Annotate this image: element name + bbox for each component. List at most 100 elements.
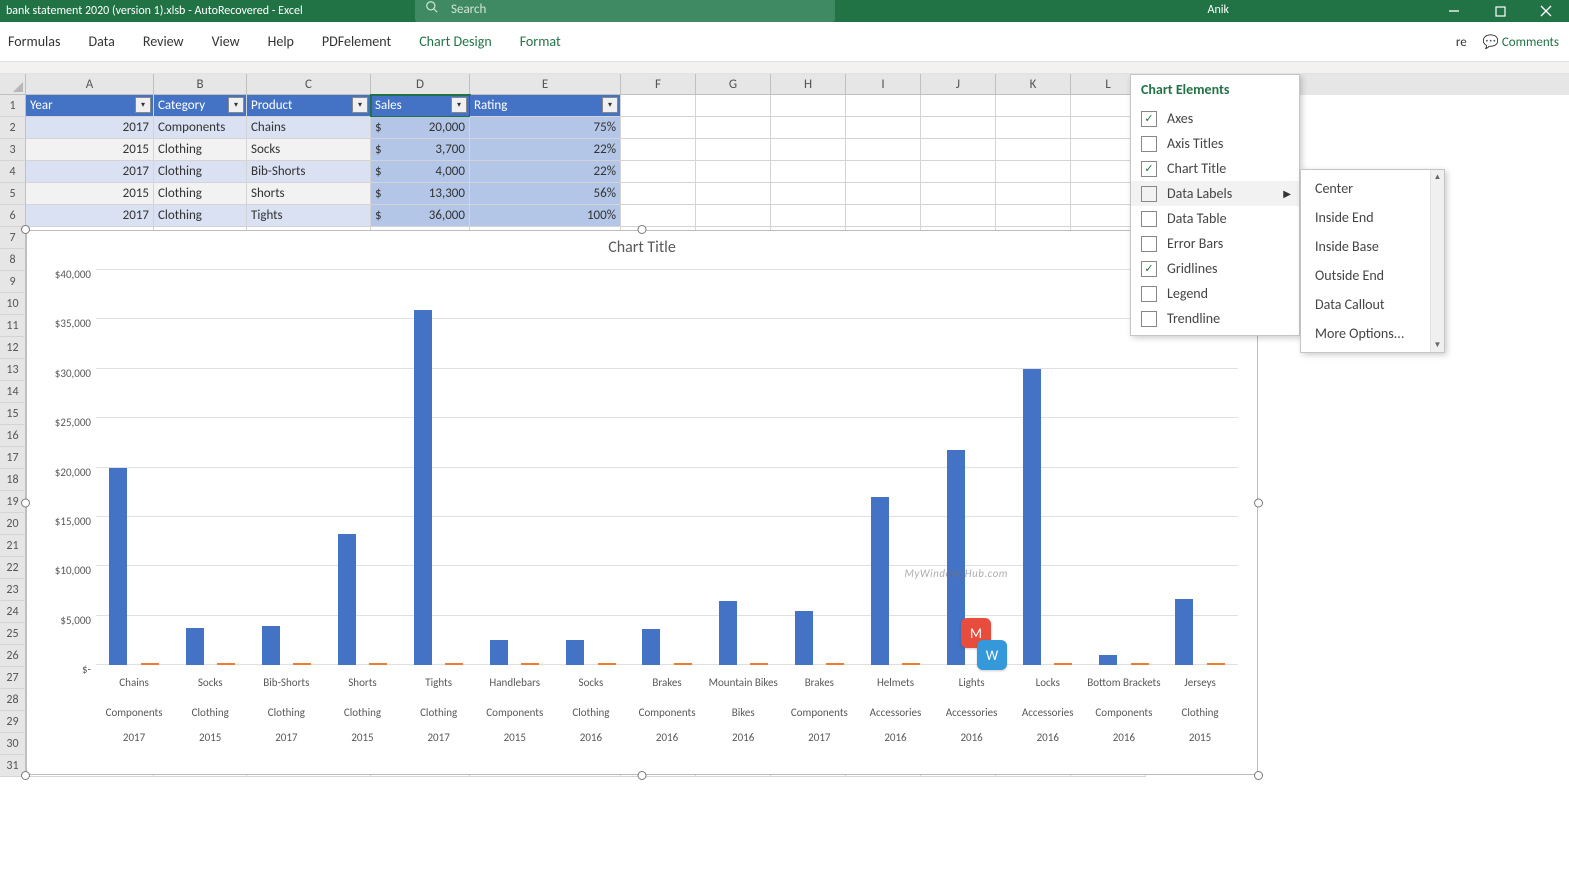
cell[interactable] — [621, 117, 696, 139]
cell-rating[interactable]: 75% — [470, 117, 621, 139]
resize-handle[interactable] — [1254, 771, 1263, 780]
chart-element-data-table[interactable]: Data Table — [1131, 206, 1299, 231]
cell[interactable] — [921, 161, 996, 183]
resize-handle[interactable] — [21, 498, 30, 507]
cell[interactable] — [621, 161, 696, 183]
cell[interactable] — [696, 183, 771, 205]
bar-sales[interactable] — [338, 534, 356, 665]
column-header-F[interactable]: F — [621, 74, 696, 95]
table-header-product[interactable]: Product▾ — [247, 95, 371, 117]
cell[interactable] — [771, 139, 846, 161]
row-header-20[interactable]: 20 — [0, 513, 26, 535]
cell[interactable] — [921, 139, 996, 161]
cell-year[interactable]: 2015 — [26, 183, 154, 205]
cell-sales[interactable]: $36,000 — [371, 205, 470, 227]
row-header-6[interactable]: 6 — [0, 205, 26, 227]
column-header-J[interactable]: J — [921, 74, 996, 95]
checkbox[interactable] — [1141, 136, 1157, 152]
cell[interactable] — [846, 139, 921, 161]
cell[interactable] — [996, 205, 1071, 227]
cell-category[interactable]: Clothing — [154, 183, 247, 205]
cell[interactable] — [696, 139, 771, 161]
row-header-12[interactable]: 12 — [0, 337, 26, 359]
cell[interactable] — [921, 117, 996, 139]
cell[interactable] — [621, 183, 696, 205]
cell-product[interactable]: Bib-Shorts — [247, 161, 371, 183]
close-button[interactable] — [1523, 0, 1569, 22]
submenu-data-callout[interactable]: Data Callout — [1301, 290, 1444, 319]
column-header-D[interactable]: D — [371, 74, 470, 95]
user-name[interactable]: Anik — [1208, 3, 1229, 17]
bar-sales[interactable] — [186, 628, 204, 665]
tab-view[interactable]: View — [212, 33, 240, 50]
share-button[interactable]: re — [1456, 35, 1467, 50]
filter-button[interactable]: ▾ — [135, 97, 151, 113]
chart-element-legend[interactable]: Legend — [1131, 281, 1299, 306]
bar-group[interactable] — [96, 270, 172, 665]
checkbox[interactable] — [1141, 211, 1157, 227]
bar-rating[interactable] — [141, 663, 159, 665]
bar-group[interactable] — [705, 270, 781, 665]
cell-category[interactable]: Clothing — [154, 161, 247, 183]
bar-sales[interactable] — [1099, 655, 1117, 665]
chart-element-trendline[interactable]: Trendline — [1131, 306, 1299, 331]
checkbox[interactable] — [1141, 236, 1157, 252]
resize-handle[interactable] — [21, 771, 30, 780]
bar-sales[interactable] — [795, 611, 813, 665]
bar-sales[interactable] — [1175, 599, 1193, 665]
bar-sales[interactable] — [1023, 369, 1041, 665]
bar-rating[interactable] — [826, 663, 844, 665]
row-header-10[interactable]: 10 — [0, 293, 26, 315]
checkbox[interactable]: ✓ — [1141, 261, 1157, 277]
cell[interactable] — [771, 117, 846, 139]
cell[interactable] — [846, 161, 921, 183]
bar-group[interactable] — [553, 270, 629, 665]
cell[interactable] — [996, 139, 1071, 161]
column-header-A[interactable]: A — [26, 74, 154, 95]
cell[interactable] — [771, 183, 846, 205]
chart-element-data-labels[interactable]: Data Labels▶ — [1131, 181, 1299, 206]
cell[interactable] — [846, 117, 921, 139]
filter-button[interactable]: ▾ — [602, 97, 618, 113]
maximize-button[interactable] — [1477, 0, 1523, 22]
row-header-28[interactable]: 28 — [0, 689, 26, 711]
bar-group[interactable] — [857, 270, 933, 665]
filter-button[interactable]: ▾ — [352, 97, 368, 113]
row-header-5[interactable]: 5 — [0, 183, 26, 205]
cell[interactable] — [621, 139, 696, 161]
cell[interactable] — [771, 95, 846, 117]
bar-rating[interactable] — [598, 663, 616, 665]
table-header-year[interactable]: Year▾ — [26, 95, 154, 117]
cell[interactable] — [771, 161, 846, 183]
cell[interactable] — [621, 95, 696, 117]
bar-group[interactable] — [401, 270, 477, 665]
cell[interactable] — [996, 183, 1071, 205]
chart-element-axis-titles[interactable]: Axis Titles — [1131, 131, 1299, 156]
submenu-more-options-[interactable]: More Options... — [1301, 319, 1444, 348]
cell-category[interactable]: Clothing — [154, 139, 247, 161]
cell-product[interactable]: Shorts — [247, 183, 371, 205]
bar-sales[interactable] — [262, 626, 280, 666]
row-header-3[interactable]: 3 — [0, 139, 26, 161]
bar-group[interactable] — [248, 270, 324, 665]
column-header-G[interactable]: G — [696, 74, 771, 95]
cell[interactable] — [921, 183, 996, 205]
row-header-26[interactable]: 26 — [0, 645, 26, 667]
cell-sales[interactable]: $4,000 — [371, 161, 470, 183]
cell-category[interactable]: Clothing — [154, 205, 247, 227]
bar-group[interactable] — [934, 270, 1010, 665]
cell-product[interactable]: Socks — [247, 139, 371, 161]
bar-group[interactable] — [324, 270, 400, 665]
cell-year[interactable]: 2017 — [26, 205, 154, 227]
checkbox[interactable]: ✓ — [1141, 161, 1157, 177]
tab-review[interactable]: Review — [143, 33, 184, 50]
column-header-I[interactable]: I — [846, 74, 921, 95]
cell-year[interactable]: 2017 — [26, 161, 154, 183]
cell-category[interactable]: Components — [154, 117, 247, 139]
cell-rating[interactable]: 22% — [470, 161, 621, 183]
cell-year[interactable]: 2015 — [26, 139, 154, 161]
row-header-16[interactable]: 16 — [0, 425, 26, 447]
submenu-inside-base[interactable]: Inside Base — [1301, 232, 1444, 261]
row-header-8[interactable]: 8 — [0, 249, 26, 271]
cell-product[interactable]: Chains — [247, 117, 371, 139]
